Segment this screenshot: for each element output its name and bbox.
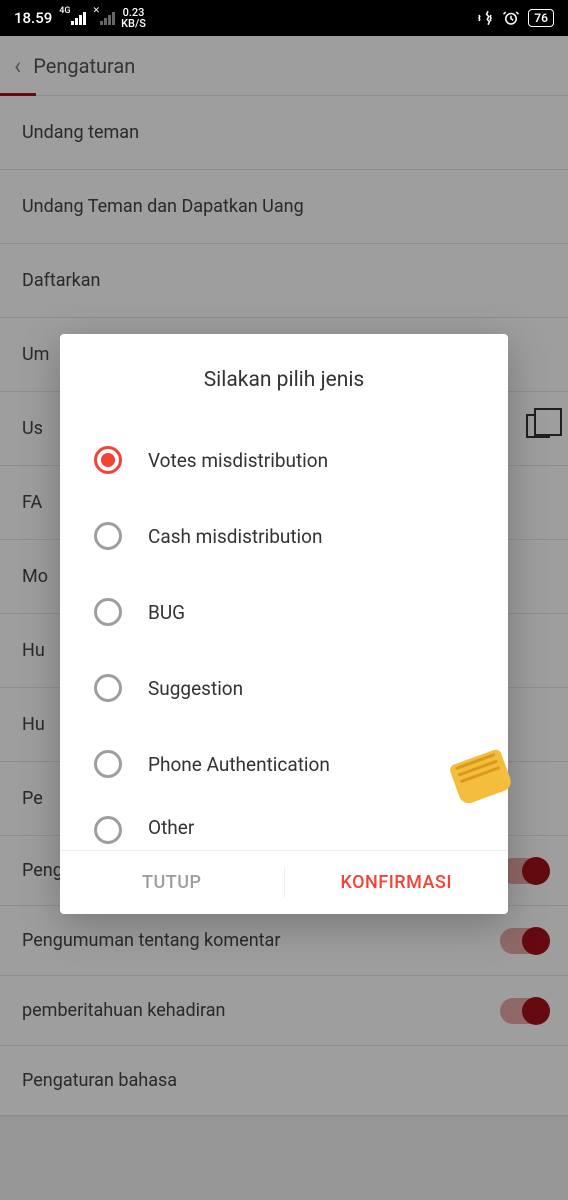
- confirm-button[interactable]: KONFIRMASI: [285, 851, 509, 914]
- radio-selected-icon: [94, 446, 122, 474]
- status-bar: 18.59 4G ✕ 0.23 KB/S 76: [0, 0, 568, 36]
- radio-icon: [94, 522, 122, 550]
- data-rate: 0.23 KB/S: [121, 7, 146, 29]
- no-sim-x: ✕: [93, 6, 101, 16]
- dialog-options: Votes misdistribution Cash misdistributi…: [60, 422, 508, 850]
- net-4g-label: 4G: [59, 6, 70, 16]
- radio-icon: [94, 816, 122, 844]
- option-cash-misdistribution[interactable]: Cash misdistribution: [94, 498, 474, 574]
- radio-icon: [94, 750, 122, 778]
- close-button[interactable]: TUTUP: [60, 851, 284, 914]
- status-right: 76: [476, 9, 554, 27]
- dialog-title: Silakan pilih jenis: [60, 334, 508, 422]
- signal-bars-1: [71, 11, 86, 25]
- radio-icon: [94, 598, 122, 626]
- battery-indicator: 76: [528, 9, 554, 27]
- option-bug[interactable]: BUG: [94, 574, 474, 650]
- option-phone-authentication[interactable]: Phone Authentication: [94, 726, 474, 802]
- type-select-dialog: Silakan pilih jenis Votes misdistributio…: [60, 334, 508, 914]
- status-left: 18.59 4G ✕ 0.23 KB/S: [14, 7, 146, 29]
- status-time: 18.59: [14, 9, 52, 27]
- dialog-actions: TUTUP KONFIRMASI: [60, 850, 508, 914]
- option-votes-misdistribution[interactable]: Votes misdistribution: [94, 422, 474, 498]
- option-other[interactable]: Other: [94, 802, 474, 850]
- option-suggestion[interactable]: Suggestion: [94, 650, 474, 726]
- radio-icon: [94, 674, 122, 702]
- alarm-icon: [502, 9, 520, 27]
- signal-bars-2: [100, 11, 115, 25]
- vibrate-icon: [476, 9, 494, 27]
